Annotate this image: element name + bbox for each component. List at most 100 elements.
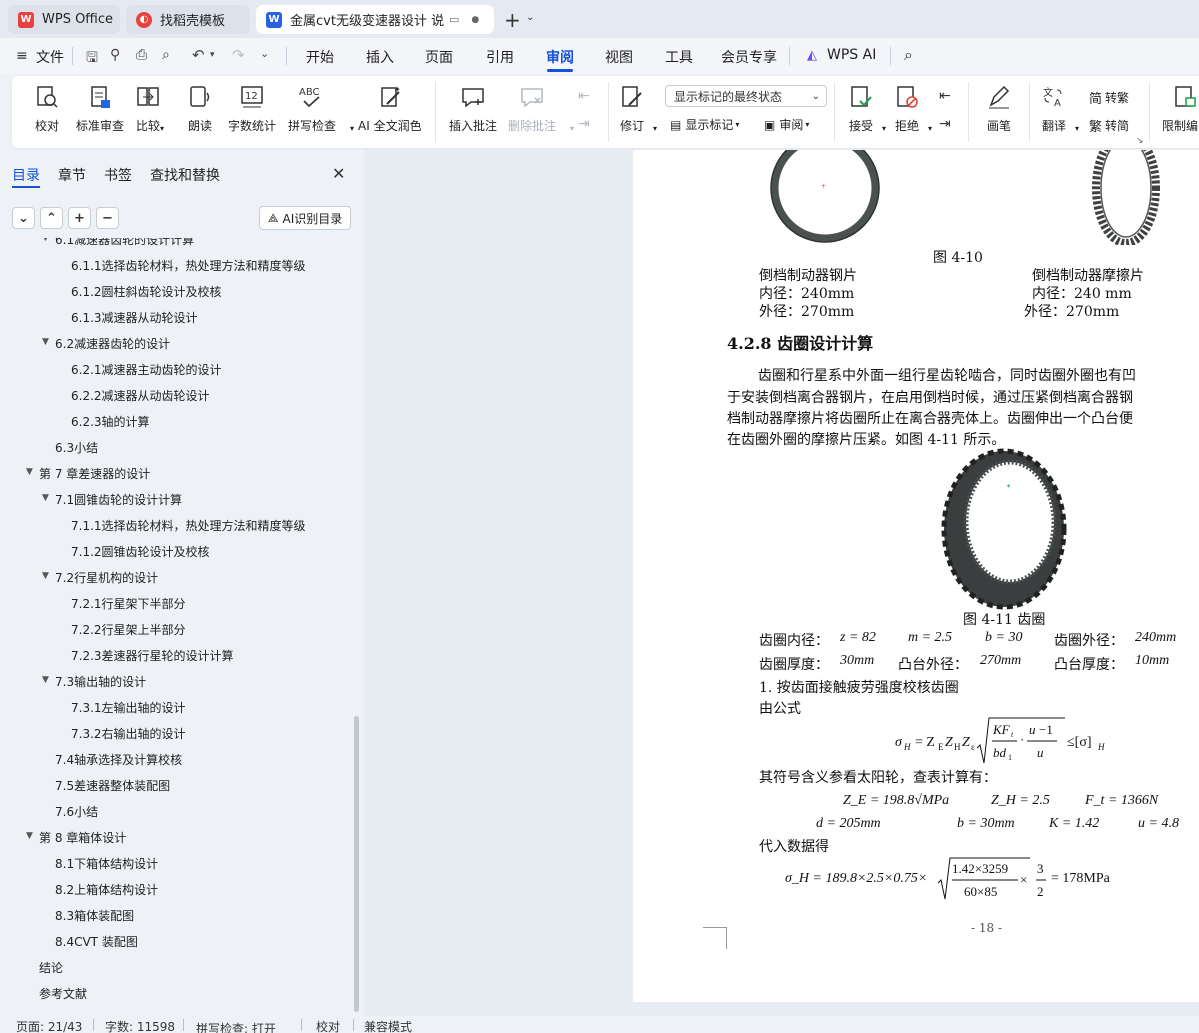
tab-list-chevron-icon[interactable]: ⌄	[526, 12, 534, 23]
new-tab-plus-icon[interactable]: +	[504, 8, 521, 32]
expand-arrow-icon[interactable]: ▼	[42, 238, 49, 243]
proofread-button[interactable]: 校对	[34, 84, 60, 134]
toc-item[interactable]: 8.3箱体装配图	[0, 906, 350, 926]
toc-item[interactable]: 8.1下箱体结构设计	[0, 854, 350, 874]
expand-arrow-icon[interactable]: ▼	[42, 337, 49, 347]
toc-item[interactable]: 7.3.2右输出轴的设计	[0, 724, 350, 744]
prev-change-icon[interactable]: ⇤	[939, 88, 951, 104]
menu-file[interactable]: 文件	[36, 47, 64, 67]
more-chevron-icon[interactable]: ⌄	[260, 47, 269, 60]
toc-item[interactable]: 7.4轴承选择及计算校核	[0, 750, 350, 770]
toc-item[interactable]: 6.1.3减速器从动轮设计	[0, 308, 350, 328]
toc-item[interactable]: 7.1.2圆锥齿轮设计及校核	[0, 542, 350, 562]
menu-references[interactable]: 引用	[486, 47, 514, 67]
menu-view[interactable]: 视图	[605, 47, 633, 67]
read-aloud-button[interactable]: 朗读	[187, 84, 213, 134]
page-indicator[interactable]: 页面: 21/43	[16, 1018, 82, 1033]
next-comment-icon[interactable]: ⇥	[578, 116, 590, 132]
toc-item[interactable]: ▼ 7.1圆锥齿轮的设计计算	[0, 490, 350, 510]
standard-review-button[interactable]: 标准审查	[76, 84, 124, 134]
toc-item[interactable]: 6.2.1减速器主动齿轮的设计	[0, 360, 350, 380]
menu-page[interactable]: 页面	[425, 47, 453, 67]
toc-item[interactable]: 7.3.1左输出轴的设计	[0, 698, 350, 718]
expand-arrow-icon[interactable]: ▼	[26, 467, 33, 477]
collapse-up-button[interactable]: ⌃	[40, 207, 63, 229]
translate-button[interactable]: 文A 翻译 ▾	[1041, 84, 1079, 134]
show-markup-button[interactable]: ▤ 显示标记 ▾	[670, 116, 739, 133]
markup-display-select[interactable]: 显示标记的最终状态 ⌄	[665, 85, 827, 107]
expand-arrow-icon[interactable]: ▼	[42, 571, 49, 581]
expand-arrow-icon[interactable]: ▼	[26, 831, 33, 841]
menu-insert[interactable]: 插入	[366, 47, 394, 67]
monitor-icon[interactable]: ▭	[449, 13, 459, 26]
toc-item[interactable]: 7.6小结	[0, 802, 350, 822]
word-count-indicator[interactable]: 字数: 11598	[105, 1018, 175, 1033]
toc-item[interactable]: 7.1.1选择齿轮材料，热处理方法和精度等级	[0, 516, 350, 536]
track-changes-button[interactable]: 修订 ▾	[619, 84, 657, 134]
toc-item[interactable]: 6.2.2减速器从动齿轮设计	[0, 386, 350, 406]
proofread-indicator[interactable]: 校对	[316, 1018, 340, 1033]
menu-member[interactable]: 会员专享	[721, 47, 777, 67]
delete-comment-button[interactable]: 删除批注 ▾	[508, 84, 574, 134]
toc-item[interactable]: 8.2上箱体结构设计	[0, 880, 350, 900]
unsaved-dot-icon[interactable]: ●	[471, 15, 479, 25]
expand-arrow-icon[interactable]: ▼	[42, 493, 49, 503]
tab-docer[interactable]: ◐ 找稻壳模板	[126, 5, 250, 34]
nav-tab-bookmarks[interactable]: 书签	[104, 165, 132, 185]
menu-wps-ai[interactable]: WPS AI	[827, 47, 876, 63]
menu-tools[interactable]: 工具	[665, 47, 693, 67]
toc-item[interactable]: 7.2.3差速器行星轮的设计计算	[0, 646, 350, 666]
toc-item[interactable]: 7.2.2行星架上半部分	[0, 620, 350, 640]
print-preview-icon[interactable]: ⌕	[162, 47, 170, 63]
collapse-down-button[interactable]: ⌄	[12, 207, 35, 229]
toc-item[interactable]: ▼ 7.2行星机构的设计	[0, 568, 350, 588]
toc-item[interactable]: 7.2.1行星架下半部分	[0, 594, 350, 614]
reject-button[interactable]: 拒绝 ▾	[894, 84, 932, 134]
toc-item[interactable]: 6.2.3轴的计算	[0, 412, 350, 432]
tab-document[interactable]: W 金属cvt无级变速器设计 说明书 ▭ ●	[256, 5, 494, 34]
toc-item[interactable]: 6.3小结	[0, 438, 350, 458]
toc-item[interactable]: ▼ 6.2减速器齿轮的设计	[0, 334, 350, 354]
share-icon[interactable]: ⚲	[110, 47, 120, 63]
save-icon[interactable]: 🖫	[86, 47, 98, 71]
hamburger-icon[interactable]: ≡	[16, 48, 28, 64]
add-heading-button[interactable]: +	[68, 207, 91, 229]
toc-item[interactable]: ▼ 第 8 章箱体设计	[0, 828, 350, 848]
redo-icon[interactable]: ↷	[232, 46, 245, 64]
menu-home[interactable]: 开始	[306, 47, 334, 67]
toc-item[interactable]: 参考文献	[0, 984, 350, 1004]
restrict-edit-button[interactable]: 限制编	[1162, 84, 1198, 134]
toc-item[interactable]: 8.4CVT 装配图	[0, 932, 350, 952]
undo-icon[interactable]: ↶	[192, 46, 205, 64]
nav-tab-toc[interactable]: 目录	[12, 165, 40, 185]
toc-item[interactable]: 6.1.1选择齿轮材料，热处理方法和精度等级	[0, 256, 350, 276]
word-count-button[interactable]: 12 字数统计	[228, 84, 276, 134]
ai-toc-button[interactable]: ⟁ AI识别目录	[259, 206, 351, 230]
toc-item[interactable]: 结论	[0, 958, 350, 978]
undo-dropdown-icon[interactable]: ▾	[210, 50, 215, 60]
toc-item[interactable]: ▼ 第 7 章差速器的设计	[0, 464, 350, 484]
review-pane-button[interactable]: ▣ 审阅 ▾	[764, 116, 809, 133]
nav-tab-sections[interactable]: 章节	[58, 165, 86, 185]
toc-item[interactable]: ▼ 7.3输出轴的设计	[0, 672, 350, 692]
ai-polish-button[interactable]: ✦ AI 全文润色	[358, 84, 422, 134]
insert-comment-button[interactable]: 插入批注	[449, 84, 497, 134]
print-icon[interactable]: ⎙	[136, 47, 147, 63]
accept-button[interactable]: 接受 ▾	[848, 84, 886, 134]
toc-item[interactable]: 7.5差速器整体装配图	[0, 776, 350, 796]
next-change-icon[interactable]: ⇥	[939, 116, 951, 132]
spell-check-button[interactable]: ABC 拼写检查 ▾	[288, 84, 354, 134]
prev-comment-icon[interactable]: ⇤	[578, 88, 590, 104]
menu-review[interactable]: 审阅	[546, 47, 574, 67]
to-simplified-button[interactable]: 繁转简	[1089, 116, 1129, 135]
toc-scrollbar[interactable]	[354, 716, 359, 1012]
search-icon[interactable]: ⌕	[904, 45, 913, 65]
tab-wps-office[interactable]: W WPS Office	[8, 5, 120, 34]
pen-button[interactable]: 画笔	[986, 84, 1012, 134]
close-icon[interactable]: ✕	[332, 164, 345, 183]
nav-tab-find-replace[interactable]: 查找和替换	[150, 165, 220, 185]
ribbon-expand-icon[interactable]: ↘	[1136, 136, 1144, 146]
to-traditional-button[interactable]: 简转繁	[1089, 88, 1129, 107]
compare-button[interactable]: 比较 ▾	[135, 84, 164, 134]
toc-item[interactable]: 6.1.2圆柱斜齿轮设计及校核	[0, 282, 350, 302]
